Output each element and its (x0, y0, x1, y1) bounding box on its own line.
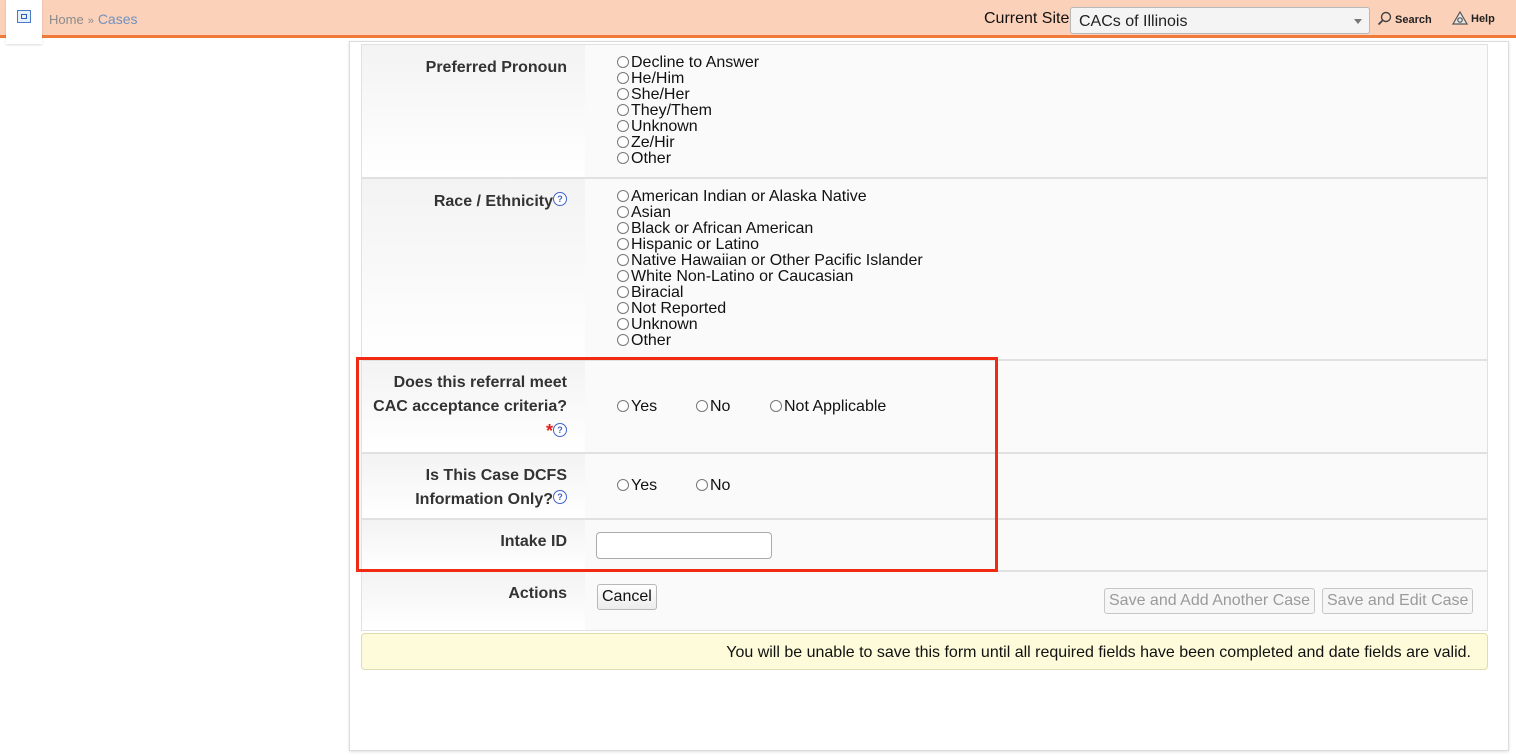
race-option-label: Asian (631, 204, 672, 221)
help-link[interactable]: Help (1451, 10, 1495, 25)
breadcrumb: Home» Cases (49, 11, 138, 27)
validation-notice: You will be unable to save this form unt… (361, 633, 1488, 670)
breadcrumb-cases[interactable]: Cases (98, 11, 138, 27)
search-link[interactable]: Search (1377, 11, 1432, 26)
chevron-down-icon (1354, 19, 1362, 24)
race-option[interactable]: Asian (617, 205, 671, 221)
breadcrumb-home[interactable]: Home (49, 12, 84, 27)
radio-button[interactable] (617, 222, 629, 234)
radio-button[interactable] (617, 190, 629, 202)
radio-button[interactable] (617, 136, 629, 148)
race-label-wrap: Race / Ethnicity? (361, 190, 567, 214)
radio-button[interactable] (617, 334, 629, 346)
pronoun-option[interactable]: Other (617, 151, 671, 167)
race-option-label: Native Hawaiian or Other Pacific Islande… (631, 252, 923, 269)
current-site-label: Current Site (984, 10, 1070, 27)
race-label: Race / Ethnicity (433, 193, 553, 210)
race-option-label: American Indian or Alaska Native (631, 188, 867, 205)
radio-button[interactable] (617, 286, 629, 298)
actions-label: Actions (508, 585, 567, 602)
radio-button[interactable] (617, 88, 629, 100)
pronoun-option-label: He/Him (631, 70, 685, 87)
radio-button[interactable] (617, 238, 629, 250)
race-option[interactable]: Native Hawaiian or Other Pacific Islande… (617, 253, 923, 269)
radio-button[interactable] (617, 120, 629, 132)
radio-button[interactable] (617, 72, 629, 84)
pronoun-option-label: Decline to Answer (631, 54, 760, 71)
current-site-value: CACs of Illinois (1079, 13, 1188, 30)
pronoun-option-label: She/Her (631, 86, 690, 103)
radio-button[interactable] (617, 270, 629, 282)
help-icon[interactable]: ? (553, 192, 567, 206)
help-label: Help (1471, 13, 1495, 25)
top-bar: Home» Cases Current Site CACs of Illinois… (0, 0, 1516, 38)
app-menu-button[interactable] (6, 0, 42, 44)
radio-button[interactable] (617, 254, 629, 266)
radio-button[interactable] (617, 318, 629, 330)
race-option-label: White Non-Latino or Caucasian (631, 268, 854, 285)
race-option-label: Black or African American (631, 220, 814, 237)
race-option[interactable]: Hispanic or Latino (617, 237, 759, 253)
race-option[interactable]: Biracial (617, 285, 683, 301)
pronoun-option-label: They/Them (631, 102, 712, 119)
race-option[interactable]: Black or African American (617, 221, 813, 237)
race-option[interactable]: White Non-Latino or Caucasian (617, 269, 853, 285)
highlight-annotation-box (356, 357, 998, 572)
pronoun-label: Preferred Pronoun (425, 59, 567, 76)
save-and-add-another-case-button[interactable]: Save and Add Another Case (1104, 588, 1316, 614)
race-option-label: Hispanic or Latino (631, 236, 760, 253)
pronoun-option[interactable]: Decline to Answer (617, 55, 759, 71)
pronoun-option[interactable]: Ze/Hir (617, 135, 675, 151)
radio-button[interactable] (617, 56, 629, 68)
search-label: Search (1395, 14, 1432, 26)
current-site-select[interactable]: CACs of Illinois (1070, 7, 1370, 34)
pronoun-option[interactable]: Unknown (617, 119, 698, 135)
app-logo-icon (17, 10, 31, 23)
pronoun-option[interactable]: She/Her (617, 87, 690, 103)
race-option[interactable]: American Indian or Alaska Native (617, 189, 867, 205)
race-option[interactable]: Unknown (617, 317, 698, 333)
pronoun-option-label: Ze/Hir (631, 134, 675, 151)
pronoun-option[interactable]: They/Them (617, 103, 712, 119)
race-option[interactable]: Not Reported (617, 301, 726, 317)
race-option-label: Biracial (631, 284, 684, 301)
pronoun-option-label: Unknown (631, 118, 698, 135)
radio-button[interactable] (617, 206, 629, 218)
radio-button[interactable] (617, 152, 629, 164)
race-option-label: Not Reported (631, 300, 727, 317)
search-icon (1377, 11, 1392, 26)
radio-button[interactable] (617, 104, 629, 116)
pronoun-option[interactable]: He/Him (617, 71, 684, 87)
race-option-label: Unknown (631, 316, 698, 333)
race-option-label: Other (631, 332, 672, 349)
breadcrumb-separator: » (87, 15, 94, 27)
save-and-edit-case-button[interactable]: Save and Edit Case (1322, 588, 1474, 614)
radio-button[interactable] (617, 302, 629, 314)
help-lifebuoy-icon (1451, 10, 1469, 25)
cancel-button[interactable]: Cancel (597, 584, 657, 610)
pronoun-option-label: Other (631, 150, 672, 167)
race-option[interactable]: Other (617, 333, 671, 349)
